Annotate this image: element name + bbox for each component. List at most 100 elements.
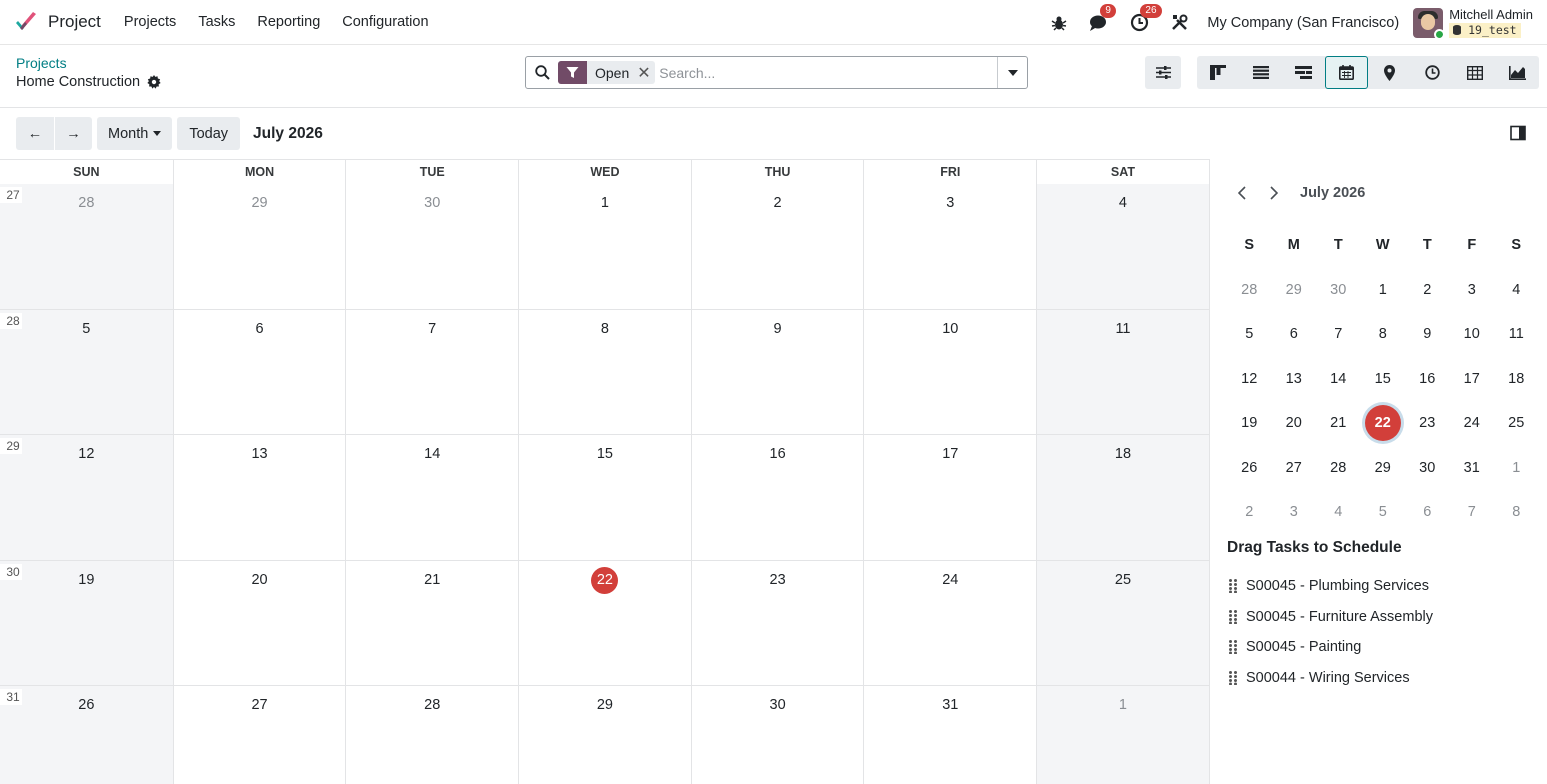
- drag-handle-icon[interactable]: [1227, 640, 1239, 655]
- mini-day[interactable]: 8: [1361, 316, 1406, 352]
- view-graph-button[interactable]: [1497, 56, 1540, 89]
- calendar-day-cell[interactable]: 18: [1036, 435, 1209, 560]
- drag-handle-icon[interactable]: [1227, 609, 1239, 624]
- calendar-day-cell[interactable]: 15: [518, 435, 691, 560]
- calendar-day-cell[interactable]: 26 31: [0, 685, 173, 784]
- calendar-day-cell[interactable]: 5 28: [0, 310, 173, 435]
- unscheduled-task-item[interactable]: S00045 - Furniture Assembly: [1227, 602, 1433, 633]
- mini-next-month-button[interactable]: [1262, 181, 1286, 205]
- mini-day[interactable]: 28: [1316, 450, 1361, 486]
- mini-day[interactable]: 24: [1450, 405, 1495, 441]
- mini-prev-month-button[interactable]: [1230, 181, 1254, 205]
- mini-day[interactable]: 3: [1272, 494, 1317, 530]
- mini-day[interactable]: 31: [1450, 450, 1495, 486]
- calendar-day-cell[interactable]: 21: [345, 560, 518, 685]
- mini-day[interactable]: 12: [1227, 361, 1272, 397]
- calendar-day-cell[interactable]: 11: [1036, 310, 1209, 435]
- mini-day[interactable]: 21: [1316, 405, 1361, 441]
- day-number[interactable]: 4: [1109, 190, 1136, 217]
- day-number[interactable]: 3: [937, 190, 964, 217]
- mini-day[interactable]: 30: [1316, 272, 1361, 308]
- drag-handle-icon[interactable]: [1227, 670, 1239, 685]
- app-name[interactable]: Project: [48, 12, 101, 32]
- activities-clock-icon[interactable]: 26: [1128, 3, 1162, 34]
- calendar-day-cell[interactable]: 28: [345, 685, 518, 784]
- mini-day[interactable]: 9: [1405, 316, 1450, 352]
- debug-bug-icon[interactable]: [1048, 12, 1070, 34]
- day-number[interactable]: 31: [937, 692, 964, 719]
- day-number[interactable]: 13: [246, 441, 273, 468]
- mini-day[interactable]: 2: [1227, 494, 1272, 530]
- menu-reporting[interactable]: Reporting: [246, 14, 331, 30]
- calendar-day-cell[interactable]: 28 27: [0, 184, 173, 310]
- view-pivot-button[interactable]: [1454, 56, 1497, 89]
- mini-day[interactable]: 4: [1494, 272, 1539, 308]
- day-number[interactable]: 26: [73, 692, 100, 719]
- day-number[interactable]: 30: [419, 190, 446, 217]
- today-button[interactable]: Today: [177, 117, 241, 150]
- mini-day[interactable]: 7: [1450, 494, 1495, 530]
- mini-day[interactable]: 13: [1272, 361, 1317, 397]
- mini-day[interactable]: 5: [1361, 494, 1406, 530]
- calendar-day-cell[interactable]: 10: [863, 310, 1036, 435]
- calendar-day-cell[interactable]: 1: [518, 184, 691, 310]
- mini-day[interactable]: 5: [1227, 316, 1272, 352]
- calendar-day-cell[interactable]: 12 29: [0, 435, 173, 560]
- mini-day[interactable]: 17: [1450, 361, 1495, 397]
- mini-day[interactable]: 4: [1316, 494, 1361, 530]
- unscheduled-task-item[interactable]: S00044 - Wiring Services: [1227, 663, 1433, 694]
- mini-day[interactable]: 3: [1450, 272, 1495, 308]
- search-input[interactable]: [659, 58, 997, 87]
- day-number[interactable]: 24: [937, 567, 964, 594]
- view-calendar-button[interactable]: [1325, 56, 1369, 89]
- next-period-button[interactable]: →: [54, 117, 92, 150]
- mini-day[interactable]: 20: [1272, 405, 1317, 441]
- company-switcher[interactable]: My Company (San Francisco): [1207, 15, 1399, 31]
- day-number[interactable]: 1: [1109, 692, 1136, 719]
- view-map-button[interactable]: [1368, 56, 1411, 89]
- today-day-number[interactable]: 22: [591, 566, 619, 594]
- calendar-day-cell[interactable]: 30: [345, 184, 518, 310]
- calendar-day-cell[interactable]: 29: [172, 184, 346, 310]
- calendar-day-cell[interactable]: 9: [690, 310, 864, 435]
- calendar-day-cell[interactable]: 20: [172, 560, 346, 685]
- day-number[interactable]: 1: [591, 190, 618, 217]
- calendar-day-cell[interactable]: 7: [345, 310, 518, 435]
- messages-chat-icon[interactable]: 9: [1088, 3, 1116, 34]
- view-gantt-button[interactable]: [1283, 56, 1326, 89]
- filter-settings-button[interactable]: [1145, 56, 1181, 89]
- app-brand[interactable]: Project: [14, 11, 101, 33]
- calendar-day-cell[interactable]: 2: [690, 184, 864, 310]
- day-number[interactable]: 15: [591, 441, 618, 468]
- day-number[interactable]: 23: [764, 567, 791, 594]
- view-list-button[interactable]: [1240, 56, 1283, 89]
- day-number[interactable]: 28: [73, 190, 100, 217]
- mini-day[interactable]: 29: [1361, 450, 1406, 486]
- previous-period-button[interactable]: ←: [16, 117, 54, 150]
- view-kanban-button[interactable]: [1197, 56, 1240, 89]
- calendar-day-cell[interactable]: 23: [690, 560, 864, 685]
- calendar-day-cell[interactable]: 13: [172, 435, 346, 560]
- mini-day[interactable]: 6: [1405, 494, 1450, 530]
- day-number[interactable]: 29: [246, 190, 273, 217]
- calendar-day-cell[interactable]: 30: [690, 685, 864, 784]
- scale-dropdown-button[interactable]: Month: [97, 117, 173, 150]
- menu-projects[interactable]: Projects: [113, 14, 187, 30]
- facet-remove-button[interactable]: ✕: [637, 63, 655, 83]
- day-number[interactable]: 9: [764, 316, 791, 343]
- day-number[interactable]: 28: [419, 692, 446, 719]
- mini-day[interactable]: 1: [1361, 272, 1406, 308]
- mini-day[interactable]: 7: [1316, 316, 1361, 352]
- user-menu[interactable]: Mitchell Admin 19_test: [1413, 7, 1533, 38]
- mini-day[interactable]: 11: [1494, 316, 1539, 352]
- day-number[interactable]: 7: [419, 316, 446, 343]
- mini-day[interactable]: 8: [1494, 494, 1539, 530]
- mini-day[interactable]: 29: [1272, 272, 1317, 308]
- day-number[interactable]: 10: [937, 316, 964, 343]
- menu-tasks[interactable]: Tasks: [187, 14, 246, 30]
- mini-day[interactable]: 25: [1494, 405, 1539, 441]
- mini-day[interactable]: 2: [1405, 272, 1450, 308]
- mini-day[interactable]: 26: [1227, 450, 1272, 486]
- day-number[interactable]: 25: [1109, 567, 1136, 594]
- calendar-day-cell[interactable]: 17: [863, 435, 1036, 560]
